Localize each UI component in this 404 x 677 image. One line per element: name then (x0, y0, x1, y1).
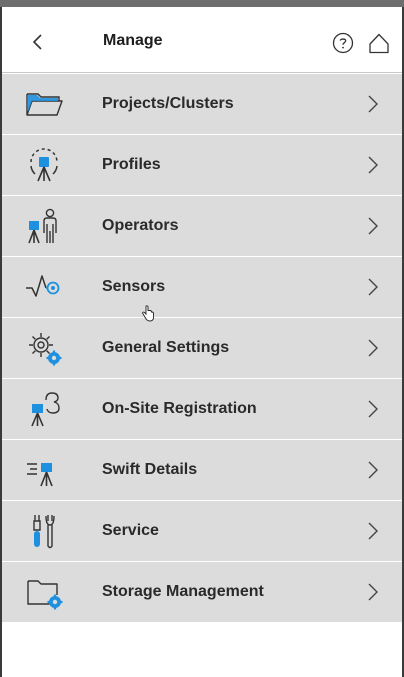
top-border (0, 0, 404, 7)
menu-list: Projects/Clusters Profiles Operators Sen… (2, 74, 402, 623)
menu-item-projects-clusters[interactable]: Projects/Clusters (2, 74, 402, 135)
menu-item-profiles[interactable]: Profiles (2, 135, 402, 196)
menu-item-operators[interactable]: Operators (2, 196, 402, 257)
menu-item-storage-management[interactable]: Storage Management (2, 562, 402, 623)
menu-item-label: General Settings (102, 339, 230, 356)
chevron-right-icon (368, 522, 378, 540)
menu-item-label: Storage Management (102, 583, 264, 600)
back-button[interactable] (24, 29, 50, 55)
header-bar: Manage (2, 7, 402, 73)
profile-scanner-icon (24, 146, 64, 184)
menu-item-label: Sensors (102, 278, 166, 295)
menu-item-sensors[interactable]: Sensors (2, 257, 402, 318)
chevron-right-icon (368, 461, 378, 479)
menu-item-service[interactable]: Service (2, 501, 402, 562)
swift-details-icon (24, 451, 64, 489)
hand-cursor-icon (142, 305, 154, 322)
chevron-left-icon (32, 34, 42, 50)
menu-item-onsite-registration[interactable]: On-Site Registration (2, 379, 402, 440)
menu-item-label: On-Site Registration (102, 400, 257, 417)
menu-item-label: Operators (102, 217, 179, 234)
manage-screen: Manage Projects/Clusters Profiles Operat… (0, 0, 404, 677)
page-title: Manage (103, 32, 163, 49)
menu-item-general-settings[interactable]: General Settings (2, 318, 402, 379)
menu-item-label: Projects/Clusters (102, 95, 234, 112)
sensor-icon (24, 268, 64, 306)
settings-gears-icon (24, 329, 64, 367)
service-tools-icon (24, 512, 64, 550)
chevron-right-icon (368, 583, 378, 601)
help-circle-icon[interactable] (331, 31, 355, 55)
menu-item-label: Swift Details (102, 461, 198, 478)
home-icon[interactable] (367, 31, 391, 55)
onsite-registration-icon (24, 390, 64, 428)
chevron-right-icon (368, 339, 378, 357)
menu-item-label: Service (102, 522, 159, 539)
chevron-right-icon (368, 278, 378, 296)
chevron-right-icon (368, 400, 378, 418)
menu-item-swift-details[interactable]: Swift Details (2, 440, 402, 501)
chevron-right-icon (368, 217, 378, 235)
folder-icon (24, 85, 64, 123)
operator-icon (24, 207, 64, 245)
chevron-right-icon (368, 156, 378, 174)
storage-folder-icon (24, 573, 64, 611)
menu-item-label: Profiles (102, 156, 161, 173)
chevron-right-icon (368, 95, 378, 113)
